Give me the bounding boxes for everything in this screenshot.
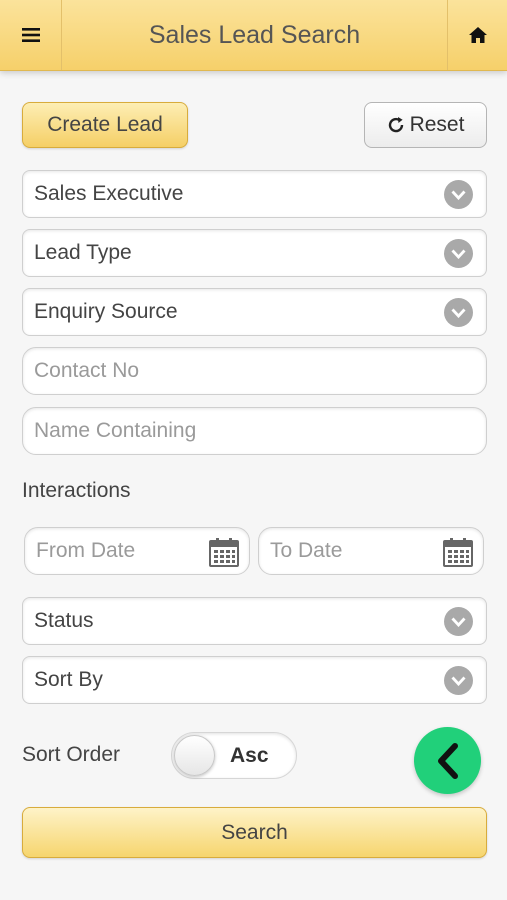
sort-order-label: Sort Order <box>22 743 121 766</box>
name-containing-input[interactable]: Name Containing <box>22 407 487 455</box>
enquiry-source-value: Enquiry Source <box>34 300 178 323</box>
create-lead-button[interactable]: Create Lead <box>22 102 188 148</box>
menu-button[interactable] <box>0 0 62 70</box>
search-label: Search <box>221 820 288 844</box>
reset-label: Reset <box>409 113 465 136</box>
contact-no-input[interactable]: Contact No <box>22 347 487 395</box>
sort-order-value: Asc <box>230 744 269 767</box>
enquiry-source-select[interactable]: Enquiry Source <box>22 288 487 336</box>
page-title: Sales Lead Search <box>148 21 361 49</box>
sort-by-select[interactable]: Sort By <box>22 656 487 704</box>
home-button[interactable] <box>447 0 507 70</box>
chevron-down-icon <box>444 180 473 209</box>
create-lead-label: Create Lead <box>47 113 163 136</box>
hamburger-menu-icon <box>21 28 40 42</box>
contact-no-placeholder: Contact No <box>34 359 140 382</box>
lead-type-select[interactable]: Lead Type <box>22 229 487 277</box>
sales-executive-value: Sales Executive <box>34 182 184 205</box>
app-header: Sales Lead Search <box>0 0 507 71</box>
name-containing-placeholder: Name Containing <box>34 419 197 442</box>
lead-type-value: Lead Type <box>34 241 132 264</box>
chevron-down-icon <box>444 239 473 268</box>
toggle-knob[interactable] <box>174 735 215 776</box>
reset-button[interactable]: Reset <box>364 102 487 148</box>
calendar-icon[interactable] <box>209 537 239 567</box>
to-date-input[interactable]: To Date <box>258 527 484 575</box>
sort-by-value: Sort By <box>34 668 103 691</box>
chevron-down-icon <box>444 607 473 636</box>
sort-order-toggle[interactable]: Asc <box>171 732 297 779</box>
home-icon <box>468 27 487 43</box>
chevron-down-icon <box>444 298 473 327</box>
from-date-placeholder: From Date <box>36 539 136 562</box>
search-button[interactable]: Search <box>22 807 487 858</box>
interactions-label: Interactions <box>22 479 131 502</box>
chevron-left-icon <box>437 742 458 779</box>
calendar-icon[interactable] <box>443 537 473 567</box>
chevron-down-icon <box>444 666 473 695</box>
from-date-input[interactable]: From Date <box>24 527 250 575</box>
back-button[interactable] <box>414 727 481 794</box>
refresh-icon <box>388 117 403 133</box>
status-value: Status <box>34 609 94 632</box>
to-date-placeholder: To Date <box>270 539 343 562</box>
sales-executive-select[interactable]: Sales Executive <box>22 170 487 218</box>
status-select[interactable]: Status <box>22 597 487 645</box>
